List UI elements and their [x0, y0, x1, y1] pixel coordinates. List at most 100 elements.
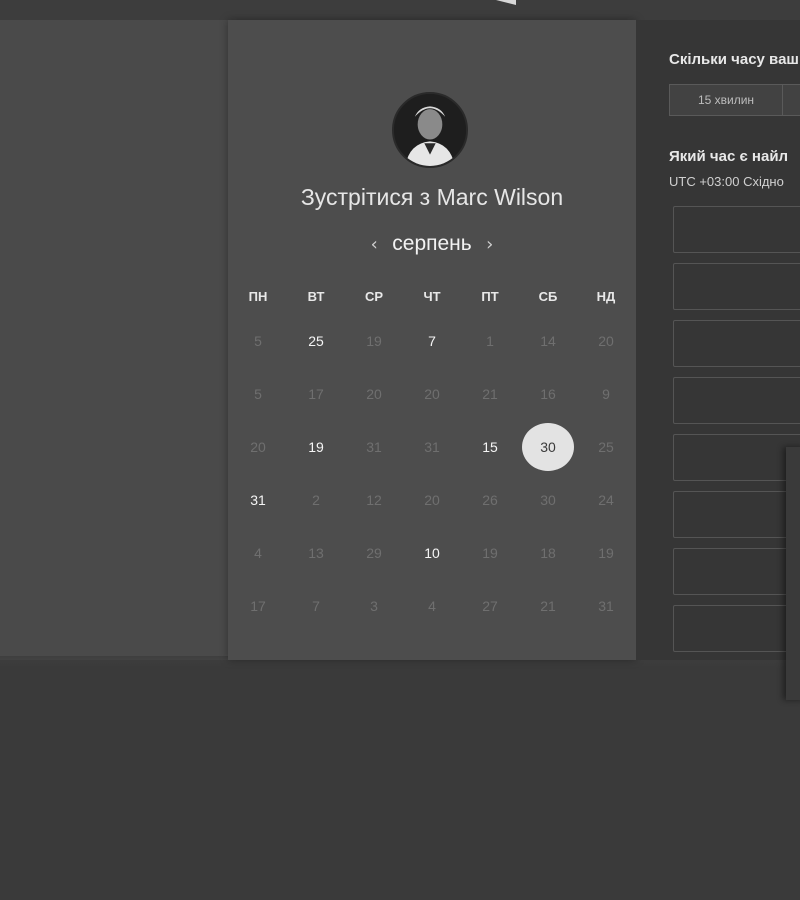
unavailable-day: 25: [577, 420, 635, 473]
chevron-right-icon[interactable]: ›: [480, 234, 500, 255]
weekday-label: СБ: [538, 288, 558, 304]
day-number: 31: [366, 438, 382, 455]
available-day[interactable]: 25: [287, 314, 345, 367]
day-number: 20: [598, 332, 614, 349]
unavailable-day: 3: [345, 579, 403, 632]
day-number: 25: [598, 438, 614, 455]
day-number: 30: [522, 422, 574, 471]
unavailable-day: 4: [229, 526, 287, 579]
weekday-label: ЧТ: [423, 288, 441, 304]
day-number: 1: [486, 332, 494, 349]
day-number: 4: [428, 597, 436, 614]
day-number: 16: [540, 385, 556, 402]
side-popup: [786, 447, 800, 700]
calendar-week-row: 5 17 20 20 21 16 9: [229, 367, 635, 420]
unavailable-day: 20: [403, 367, 461, 420]
unavailable-day: 20: [345, 367, 403, 420]
day-number: 29: [366, 544, 382, 561]
day-number: 26: [482, 491, 498, 508]
unavailable-day: 30: [519, 473, 577, 526]
unavailable-day: 2: [287, 473, 345, 526]
time-slot-button[interactable]: [673, 434, 800, 481]
top-pointer: [496, 0, 516, 5]
calendar-week-row: 31 2 12 20 26 30 24: [229, 473, 635, 526]
available-day[interactable]: 10: [403, 526, 461, 579]
time-slot-button[interactable]: [673, 548, 800, 595]
day-number: 17: [250, 597, 266, 614]
unavailable-day: 19: [577, 526, 635, 579]
time-slot-button[interactable]: [673, 491, 800, 538]
selected-day[interactable]: 30: [519, 420, 577, 473]
day-number: 7: [428, 332, 436, 349]
avatar-photo: [394, 94, 466, 166]
unavailable-day: 9: [577, 367, 635, 420]
time-slot-button[interactable]: [673, 206, 800, 253]
weekday-label: ПН: [248, 288, 268, 304]
month-label: серпень: [392, 232, 472, 255]
weekday-label: НД: [596, 288, 616, 304]
available-day[interactable]: 19: [287, 420, 345, 473]
day-number: 31: [598, 597, 614, 614]
day-number: 20: [424, 491, 440, 508]
booking-panel: Скільки часу ваш 15 хвилин Який час є на…: [636, 20, 800, 660]
time-slot-button[interactable]: [673, 377, 800, 424]
weekday-header-row: ПН ВТ СР ЧТ ПТ СБ НД: [229, 278, 635, 314]
unavailable-day: 20: [403, 473, 461, 526]
unavailable-day: 1: [461, 314, 519, 367]
unavailable-day: 4: [403, 579, 461, 632]
unavailable-day: 5: [229, 367, 287, 420]
weekday-label: СР: [364, 288, 384, 304]
top-bar: [0, 0, 800, 20]
day-number: 20: [366, 385, 382, 402]
unavailable-day: 31: [345, 420, 403, 473]
unavailable-day: 19: [345, 314, 403, 367]
chevron-left-icon[interactable]: ‹: [364, 234, 384, 255]
time-slot-button[interactable]: [673, 320, 800, 367]
unavailable-day: 13: [287, 526, 345, 579]
unavailable-day: 21: [461, 367, 519, 420]
month-navigation: ‹ серпень ›: [228, 229, 636, 259]
duration-option-15[interactable]: 15 хвилин: [669, 84, 783, 116]
day-number: 21: [540, 597, 556, 614]
time-slot-button[interactable]: [673, 263, 800, 310]
available-day[interactable]: 7: [403, 314, 461, 367]
calendar-week-row: 20 19 31 31 15 30 25: [229, 420, 635, 473]
available-day[interactable]: 15: [461, 420, 519, 473]
day-number: 5: [254, 385, 262, 402]
day-number: 20: [250, 438, 266, 455]
timezone-label[interactable]: UTC +03:00 Східно: [669, 174, 784, 189]
day-number: 21: [482, 385, 498, 402]
unavailable-day: 17: [229, 579, 287, 632]
unavailable-day: 18: [519, 526, 577, 579]
unavailable-day: 19: [461, 526, 519, 579]
unavailable-day: 12: [345, 473, 403, 526]
unavailable-day: 5: [229, 314, 287, 367]
calendar-grid: ПН ВТ СР ЧТ ПТ СБ НД 5 25 19 7 1 14 20 5 17 20 20 21 16 9 20…: [229, 278, 635, 632]
day-number: 14: [540, 332, 556, 349]
unavailable-day: 14: [519, 314, 577, 367]
day-number: 20: [424, 385, 440, 402]
day-number: 12: [366, 491, 382, 508]
day-number: 30: [540, 491, 556, 508]
day-number: 15: [482, 438, 498, 455]
day-number: 4: [254, 544, 262, 561]
day-number: 7: [312, 597, 320, 614]
available-day[interactable]: 31: [229, 473, 287, 526]
time-slot-button[interactable]: [673, 605, 800, 652]
unavailable-day: 31: [577, 579, 635, 632]
calendar-week-row: 17 7 3 4 27 21 31: [229, 579, 635, 632]
day-number: 17: [308, 385, 324, 402]
scheduler-title: Зустрітися з Marc Wilson: [300, 184, 564, 210]
unavailable-day: 27: [461, 579, 519, 632]
unavailable-day: 29: [345, 526, 403, 579]
duration-option-next[interactable]: [783, 84, 800, 116]
calendar-week-row: 5 25 19 7 1 14 20: [229, 314, 635, 367]
day-number: 24: [598, 491, 614, 508]
day-number: 19: [308, 438, 324, 455]
day-number: 10: [424, 544, 440, 561]
unavailable-day: 20: [229, 420, 287, 473]
day-number: 5: [254, 332, 262, 349]
unavailable-day: 16: [519, 367, 577, 420]
day-number: 19: [598, 544, 614, 561]
day-number: 9: [602, 385, 610, 402]
